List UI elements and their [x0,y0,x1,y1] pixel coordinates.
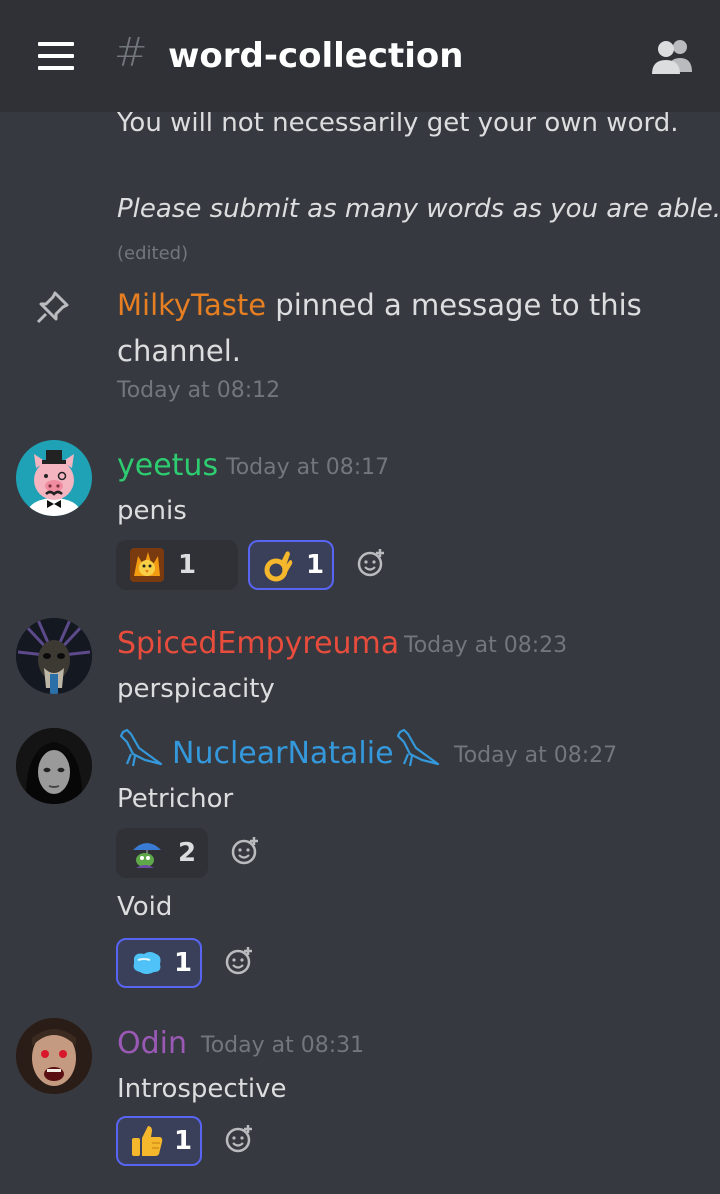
timestamp: Today at 08:27 [454,743,618,768]
username[interactable]: Odin [117,1026,187,1061]
avatar[interactable] [16,440,92,516]
username[interactable]: SpicedEmpyreuma [117,626,399,661]
system-message: MilkyTaste pinned a message to this [117,288,642,322]
add-reaction-icon[interactable] [224,1124,254,1154]
username[interactable]: NuclearNatalie [172,736,394,771]
members-icon[interactable] [650,38,694,74]
message-text: Void [117,892,173,922]
bird-icon [396,728,440,767]
channel-name: word-collection [168,36,464,76]
avatar[interactable] [16,728,92,804]
timestamp: Today at 08:31 [201,1033,365,1058]
message-text: perspicacity [117,674,275,704]
avatar[interactable] [16,618,92,694]
message-text: penis [117,496,187,526]
reaction-button[interactable]: 1 [248,540,334,590]
system-text: channel. [117,334,241,368]
thumbs-up-emoji [130,1124,164,1158]
message-text: Please submit as many words as you are a… [117,194,720,224]
system-username[interactable]: MilkyTaste [117,288,266,322]
channel-header: # word-collection [0,0,720,112]
avatar[interactable] [16,1018,92,1094]
message-text: Petrichor [117,784,234,814]
timestamp: Today at 08:12 [117,378,281,403]
reaction-button[interactable]: 1 [116,938,202,988]
timestamp: Today at 08:17 [226,455,390,480]
bird-icon [119,728,163,767]
add-reaction-icon[interactable] [356,548,386,578]
message-text: You will not necessarily get your own wo… [117,108,679,138]
add-reaction-icon[interactable] [224,946,254,976]
custom-chick-emoji [130,548,164,582]
username[interactable]: yeetus [117,448,218,483]
reaction-count: 1 [178,550,197,580]
reaction-count: 2 [178,838,197,868]
reaction-count: 1 [306,550,325,580]
edited-label: (edited) [117,243,189,264]
pepe-umbrella-emoji [130,836,164,870]
menu-icon[interactable] [38,42,74,70]
add-reaction-icon[interactable] [230,836,260,866]
reaction-button[interactable]: 1 [116,540,238,590]
ok-hand-emoji [262,548,296,582]
reaction-button[interactable]: 1 [116,1116,202,1166]
pin-icon [36,291,69,324]
blue-blob-emoji [130,946,164,980]
timestamp: Today at 08:23 [404,633,568,658]
reaction-button[interactable]: 2 [116,828,208,878]
reaction-count: 1 [174,948,193,978]
reaction-count: 1 [174,1126,193,1156]
message-text: Introspective [117,1074,287,1104]
channel-hash-icon: # [114,30,148,76]
system-text: pinned a message to this [266,288,642,322]
